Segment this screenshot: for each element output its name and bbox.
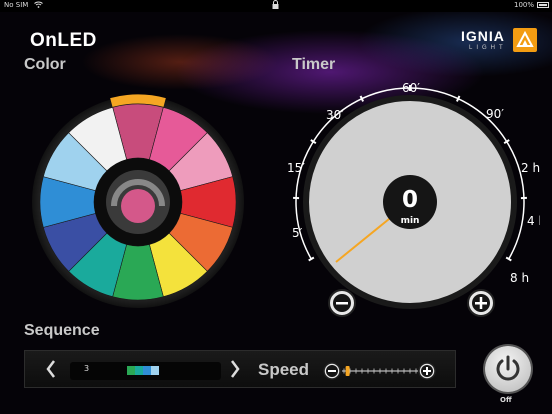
timer-tick	[456, 95, 461, 102]
status-bar: No SIM 100%	[0, 0, 552, 12]
sequence-next-button[interactable]	[230, 360, 240, 381]
sequence-prev-button[interactable]	[46, 360, 56, 381]
timer-mark-30m: 30′	[326, 108, 344, 122]
timer-value: 0	[402, 187, 418, 213]
power-label: Off	[500, 396, 512, 404]
speed-increase-button[interactable]	[418, 362, 436, 380]
battery-icon	[537, 2, 549, 8]
timer-mark-90m: 90′	[486, 107, 504, 121]
timer-dial[interactable]: 0 min 5′ 15′ 30′ 60′ 90′ 2 h 4 h 8 h	[280, 62, 540, 322]
brand-mark-icon	[513, 28, 537, 52]
selected-segment-highlight	[110, 94, 166, 107]
sequence-swatch	[135, 366, 143, 375]
lock-icon	[272, 0, 279, 12]
sequence-number: 3	[84, 364, 90, 373]
chevron-right-icon	[231, 360, 240, 378]
app-title: OnLED	[30, 30, 97, 51]
sequence-swatches	[127, 366, 159, 375]
color-wheel[interactable]	[28, 92, 248, 312]
speed-label: Speed	[258, 360, 310, 379]
sequence-swatch	[151, 366, 159, 375]
timer-mark-4h: 4 h	[527, 214, 540, 228]
chevron-left-icon	[46, 360, 55, 378]
sequence-swatch	[143, 366, 151, 375]
timer-increase-button[interactable]	[467, 289, 495, 317]
power-button[interactable]	[485, 346, 531, 392]
carrier-label: No SIM	[4, 1, 29, 9]
timer-tick	[308, 256, 315, 262]
timer-mark-2h: 2 h	[521, 161, 540, 175]
timer-tick	[503, 139, 510, 145]
timer-mark-8h: 8 h	[510, 271, 529, 285]
sequence-swatch	[127, 366, 135, 375]
timer-tick	[359, 95, 364, 102]
wifi-icon	[34, 1, 43, 10]
timer-decrease-button[interactable]	[328, 289, 356, 317]
selected-color-swatch[interactable]	[121, 189, 155, 223]
speed-decrease-button[interactable]	[323, 362, 341, 380]
battery-percent: 100%	[513, 1, 534, 9]
sequence-section-label: Sequence	[24, 322, 100, 339]
brand-logo-word: IGNIA	[461, 28, 505, 44]
timer-mark-5m: 5′	[292, 226, 303, 240]
timer-tick	[310, 139, 317, 145]
timer-mark-15m: 15′	[287, 161, 305, 175]
timer-mark-60m: 60′	[402, 81, 420, 95]
brand-logo-sub: LIGHT	[469, 45, 507, 51]
color-section-label: Color	[24, 56, 66, 73]
speed-thumb[interactable]	[345, 366, 350, 376]
speed-slider[interactable]	[320, 359, 440, 383]
power-icon	[496, 355, 520, 381]
timer-tick	[505, 256, 512, 262]
timer-unit: min	[401, 216, 420, 226]
